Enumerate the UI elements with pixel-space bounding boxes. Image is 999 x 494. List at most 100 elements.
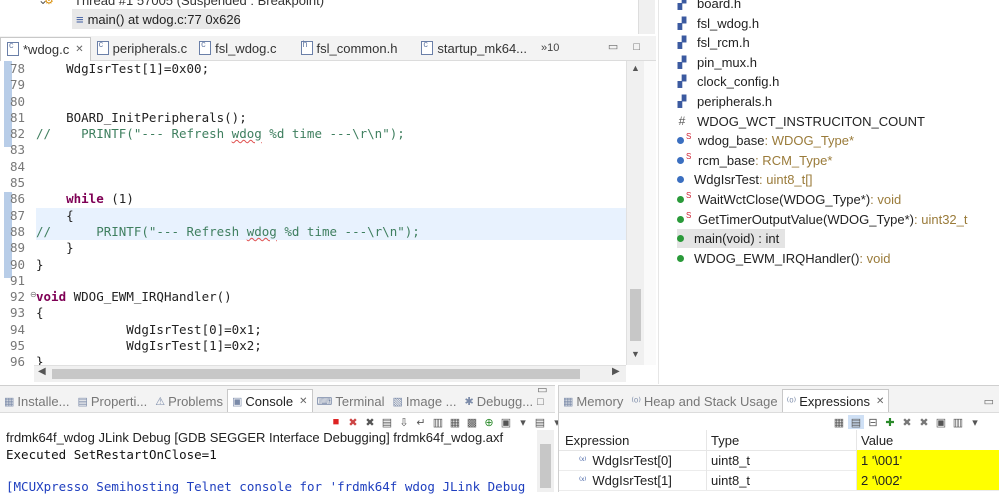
tab-problems[interactable]: ⚠ Problems — [151, 390, 227, 412]
tab-properties[interactable]: ▤ Properti... — [73, 390, 151, 412]
outline-item[interactable]: main(void) : int — [677, 229, 786, 249]
tab-image[interactable]: ▧ Image ... — [389, 390, 461, 412]
pin-console-icon[interactable]: ▩ — [464, 415, 480, 429]
scroll-left-icon[interactable]: ◀ — [38, 366, 46, 377]
column-header-expression[interactable]: Expression — [559, 430, 707, 450]
close-icon[interactable]: ✕ — [299, 396, 307, 407]
chevron-down-icon[interactable]: ▾ — [515, 415, 531, 429]
tab-overflow-button[interactable]: »10 — [541, 42, 559, 54]
scroll-thumb[interactable] — [540, 444, 551, 488]
column-header-type[interactable]: Type — [707, 430, 857, 450]
editor-horizontal-scrollbar[interactable]: ◀ ▶ — [34, 365, 626, 382]
console-scrollbar[interactable] — [537, 430, 554, 492]
tab-peripherals-c[interactable]: peripherals.c — [91, 37, 193, 59]
tab-label: fsl_wdog.c — [215, 40, 277, 56]
overview-ruler[interactable] — [644, 61, 656, 365]
show-logical-structure-icon[interactable]: ▤ — [848, 415, 864, 429]
panel-window-buttons[interactable]: ▭ □ — [537, 383, 547, 408]
outline-item[interactable]: S GetTimerOutputValue(WDOG_Type*) : uint3… — [677, 210, 968, 229]
outline-item[interactable]: WDOG_EWM_IRQHandler() : void — [677, 249, 891, 268]
outline-item[interactable]: Srcm_base : RCM_Type* — [677, 151, 832, 170]
word-wrap-icon[interactable]: ↵ — [413, 415, 429, 429]
code-line[interactable]: // PRINTF("--- Refresh wdog %d time ---\… — [36, 126, 626, 142]
stack-frame-main[interactable]: ≡ main() at wdog.c:77 0x626 — [72, 9, 241, 29]
code-editor[interactable]: WdgIsrTest[1]=0x00; BOARD_InitPeripheral… — [36, 61, 626, 371]
code-line[interactable] — [36, 175, 626, 191]
scroll-right-icon[interactable]: ▶ — [612, 366, 620, 377]
code-line[interactable]: BOARD_InitPeripherals(); — [36, 110, 626, 126]
chevron-down-icon[interactable]: ▾ — [967, 415, 983, 429]
column-header-value[interactable]: Value — [857, 430, 999, 450]
tab-wdog-c[interactable]: *wdog.c ✕ — [0, 36, 91, 61]
code-line[interactable] — [36, 94, 626, 110]
code-line[interactable]: void WDOG_EWM_IRQHandler() — [36, 289, 626, 305]
outline-item[interactable]: ▗▘ fsl_wdog.h — [674, 14, 760, 33]
new-console-icon[interactable]: ⊕ — [481, 415, 497, 429]
code-line[interactable]: } — [36, 240, 626, 256]
outline-item-type: : WDOG_Type* — [764, 133, 855, 149]
tab-console[interactable]: ▣ Console ✕ — [227, 389, 313, 412]
code-line[interactable]: // PRINTF("--- Refresh wdog %d time ---\… — [36, 223, 626, 241]
close-icon[interactable]: ✕ — [876, 396, 884, 407]
value-cell[interactable]: 2 '\002' — [857, 470, 999, 490]
add-expression-icon[interactable]: ✚ — [882, 415, 898, 429]
outline-item[interactable]: ▗▘ peripherals.h — [674, 92, 773, 111]
thread-label[interactable]: Thread #1 57005 (Suspended : Breakpoint) — [74, 0, 324, 8]
display-console-icon[interactable]: ▣ — [498, 415, 514, 429]
scroll-lock-icon[interactable]: ⇩ — [396, 415, 412, 429]
tab-expressions[interactable]: ⁽ᵒ⁾ Expressions ✕ — [781, 389, 890, 412]
tab-fsl-wdog-c[interactable]: fsl_wdog.c — [193, 37, 282, 59]
tab-fsl-common-h[interactable]: fsl_common.h — [295, 37, 404, 59]
show-on-error-icon[interactable]: ▦ — [447, 415, 463, 429]
tab-terminal[interactable]: ⌨ Terminal — [313, 390, 389, 412]
tab-startup-mk64[interactable]: startup_mk64... — [415, 37, 533, 59]
panel-window-buttons[interactable]: ▭ — [984, 395, 994, 408]
code-line[interactable]: } — [36, 257, 626, 273]
code-line[interactable] — [36, 273, 626, 289]
clear-console-icon[interactable]: ▤ — [379, 415, 395, 429]
table-row[interactable]: ⁽ˣ⁾ WdgIsrTest[0] uint8_t 1 '\001' — [559, 450, 999, 471]
code-line[interactable]: while (1) — [36, 191, 626, 207]
outline-item[interactable]: ▗▘ fsl_rcm.h — [674, 33, 750, 52]
debug-view-scrollbar[interactable] — [638, 0, 655, 34]
code-line[interactable]: WdgIsrTest[1]=0x00; — [36, 61, 626, 77]
open-console-icon[interactable]: ▤ — [532, 415, 548, 429]
code-line[interactable]: { — [36, 207, 626, 224]
layout-icon[interactable]: ▥ — [950, 415, 966, 429]
tab-heap-stack[interactable]: ⁽ᵒ⁾ Heap and Stack Usage — [627, 390, 781, 412]
outline-item[interactable]: ▗▘ clock_config.h — [674, 72, 780, 91]
code-line[interactable] — [36, 159, 626, 175]
code-line[interactable]: WdgIsrTest[0]=0x1; — [36, 322, 626, 338]
close-icon[interactable]: ✕ — [75, 44, 83, 55]
scroll-thumb[interactable] — [52, 369, 580, 379]
tab-installed[interactable]: ▦ Installe... — [0, 390, 73, 412]
tab-debugger[interactable]: ✱ Debugg... — [461, 390, 538, 412]
code-line[interactable] — [36, 142, 626, 158]
table-row[interactable]: ⁽ˣ⁾ WdgIsrTest[1] uint8_t 2 '\002' — [559, 470, 999, 491]
outline-item[interactable]: Swdog_base : WDOG_Type* — [677, 131, 854, 150]
terminate-icon[interactable]: ■ — [328, 415, 344, 429]
outline-item[interactable]: S WaitWctClose(WDOG_Type*) : void — [677, 190, 901, 209]
add-watchpoint-icon[interactable]: ▣ — [933, 415, 949, 429]
outline-item[interactable]: ▗▘ pin_mux.h — [674, 53, 757, 72]
collapse-all-icon[interactable]: ⊟ — [865, 415, 881, 429]
scroll-up-icon[interactable]: ▲ — [631, 63, 640, 73]
editor-window-buttons[interactable]: ▭ □ — [608, 40, 646, 53]
editor-vertical-scrollbar[interactable]: ▲ ▼ — [626, 61, 644, 365]
outline-item[interactable]: ▗▘ board.h — [674, 0, 742, 13]
remove-expression-icon[interactable]: ✖ — [899, 415, 915, 429]
code-line[interactable]: { — [36, 305, 626, 321]
code-line[interactable] — [36, 77, 626, 93]
value-cell[interactable]: 1 '\001' — [857, 450, 999, 470]
outline-item[interactable]: # WDOG_WCT_INSTRUCITON_COUNT — [677, 112, 925, 131]
tab-memory[interactable]: ▦ Memory — [559, 390, 627, 412]
scroll-down-icon[interactable]: ▼ — [631, 349, 640, 359]
remove-all-expressions-icon[interactable]: ✖ — [916, 415, 932, 429]
scroll-thumb[interactable] — [630, 289, 641, 341]
show-on-output-icon[interactable]: ▥ — [430, 415, 446, 429]
remove-launch-icon[interactable]: ✖ — [345, 415, 361, 429]
outline-item[interactable]: WdgIsrTest : uint8_t[] — [677, 170, 813, 189]
show-type-names-icon[interactable]: ▦ — [831, 415, 847, 429]
code-line[interactable]: WdgIsrTest[1]=0x2; — [36, 338, 626, 354]
remove-all-icon[interactable]: ✖ — [362, 415, 378, 429]
